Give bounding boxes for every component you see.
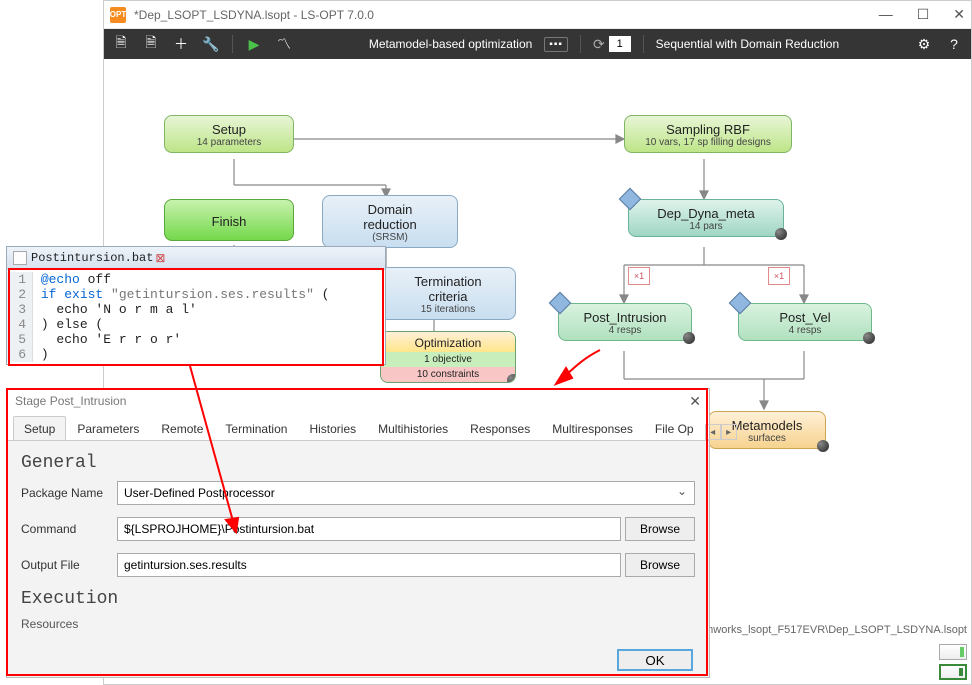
node-post-vel-title: Post_Vel — [757, 310, 853, 325]
section-general: General — [21, 453, 695, 473]
tab-termination[interactable]: Termination — [214, 416, 298, 440]
node-termination[interactable]: Termination criteria 15 iterations — [380, 267, 516, 320]
node-dep-dyna-meta[interactable]: Dep_Dyna_meta 14 pars — [628, 199, 784, 237]
node-sampling[interactable]: Sampling RBF 10 vars, 17 sp filling desi… — [624, 115, 792, 153]
node-setup-sub: 14 parameters — [183, 137, 275, 148]
node-post-intr-title: Post_Intrusion — [577, 310, 673, 325]
node-dep-meta-title: Dep_Dyna_meta — [647, 206, 765, 221]
node-term-sub: 15 iterations — [399, 304, 497, 315]
tab-file-op[interactable]: File Op — [644, 416, 705, 440]
node-sampling-sub: 10 vars, 17 sp filling designs — [643, 137, 773, 148]
tab-histories[interactable]: Histories — [298, 416, 367, 440]
retries-control[interactable]: ⟳ — [593, 36, 631, 53]
node-post-vel-sub: 4 resps — [757, 325, 853, 336]
node-optimization[interactable]: Optimization 1 objective 10 constraints — [380, 331, 516, 383]
tab-parameters[interactable]: Parameters — [66, 416, 150, 440]
node-domain-reduction[interactable]: Domain reduction (SRSM) — [322, 195, 458, 248]
wrench-icon[interactable]: 🔧 — [202, 35, 220, 53]
loop-icon: ⟳ — [593, 36, 605, 53]
batch-filename: Postintursion.bat — [31, 251, 153, 265]
node-setup-title: Setup — [183, 122, 275, 137]
section-execution: Execution — [21, 589, 695, 609]
chart-line-icon[interactable]: 〽 — [275, 35, 293, 53]
resources-label: Resources — [21, 617, 695, 631]
tab-remote[interactable]: Remote — [150, 416, 214, 440]
node-opt-led — [507, 374, 516, 383]
window-minimize-icon[interactable]: — — [879, 6, 893, 23]
node-dep-meta-sub: 14 pars — [647, 221, 765, 232]
window-title: *Dep_LSOPT_LSDYNA.lsopt - LS-OPT 7.0.0 — [134, 8, 374, 22]
gear-icon[interactable]: ⚙ — [915, 35, 933, 53]
page-icon — [13, 251, 27, 265]
stage-close-icon[interactable]: ✕ — [689, 393, 701, 410]
node-post-intr-led — [683, 332, 695, 344]
stage-tabs: Setup Parameters Remote Termination Hist… — [7, 413, 709, 441]
out-label: Output File — [21, 558, 113, 572]
thumb-2[interactable] — [939, 664, 967, 680]
node-term-title: Termination criteria — [399, 274, 497, 304]
node-domred-title: Domain reduction — [341, 202, 439, 232]
mode-label[interactable]: Metamodel-based optimization — [369, 37, 532, 51]
out-browse-button[interactable]: Browse — [625, 553, 695, 577]
side-thumbnails[interactable] — [939, 644, 967, 680]
out-input[interactable] — [117, 553, 621, 577]
node-opt-constraints: 10 constraints — [381, 367, 515, 382]
batch-file-popup: Postintursion.bat ⊠ 1 @echo off 2 if exi… — [6, 246, 386, 365]
save-file-icon[interactable]: 🗎 — [142, 35, 160, 53]
batch-file-tab[interactable]: Postintursion.bat ⊠ — [7, 247, 385, 269]
node-domred-sub: (SRSM) — [341, 232, 439, 243]
node-finish[interactable]: Finish — [164, 199, 294, 241]
node-sampling-title: Sampling RBF — [643, 122, 773, 137]
node-dep-meta-led — [775, 228, 787, 240]
stage-titlebar: Stage Post_Intrusion ✕ — [7, 389, 709, 413]
cmd-input[interactable] — [117, 517, 621, 541]
window-close-icon[interactable]: ✕ — [953, 6, 965, 23]
node-opt-title: Optimization — [381, 332, 515, 352]
node-post-vel[interactable]: Post_Vel 4 resps — [738, 303, 872, 341]
cmd-label: Command — [21, 522, 113, 536]
tabs-scroll-right-icon[interactable]: ▸ — [721, 424, 737, 440]
tabs-scroll-left-icon[interactable]: ◂ — [705, 424, 721, 440]
cmd-browse-button[interactable]: Browse — [625, 517, 695, 541]
tab-multiresponses[interactable]: Multiresponses — [541, 416, 644, 440]
tab-close-icon[interactable]: ⊠ — [155, 251, 165, 265]
main-toolbar: 🗎 🗎 ＋ 🔧 ▶ 〽 Metamodel-based optimization… — [104, 29, 971, 59]
add-icon[interactable]: ＋ — [172, 35, 190, 53]
pkg-select[interactable]: User-Defined Postprocessor — [117, 481, 695, 505]
node-post-vel-led — [863, 332, 875, 344]
new-file-icon[interactable]: 🗎 — [112, 35, 130, 53]
no-proc-indicator: ▪▪▪ — [544, 37, 568, 52]
node-post-intrusion[interactable]: Post_Intrusion 4 resps — [558, 303, 692, 341]
node-opt-objective: 1 objective — [381, 352, 515, 367]
window-maximize-icon[interactable]: ☐ — [917, 6, 930, 23]
tab-multihistories[interactable]: Multihistories — [367, 416, 459, 440]
doc-link-icon: ×1 — [768, 267, 790, 285]
batch-file-body: 1 @echo off 2 if exist "getintursion.ses… — [7, 269, 385, 364]
help-icon[interactable]: ? — [945, 35, 963, 53]
doc-link-icon: ×1 — [628, 267, 650, 285]
title-bar: OPT *Dep_LSOPT_LSDYNA.lsopt - LS-OPT 7.0… — [104, 1, 971, 29]
ok-button[interactable]: OK — [617, 649, 693, 671]
stage-dialog: Stage Post_Intrusion ✕ Setup Parameters … — [6, 388, 710, 678]
thumb-1[interactable] — [939, 644, 967, 660]
node-post-intr-sub: 4 resps — [577, 325, 673, 336]
domain-red-label[interactable]: Sequential with Domain Reduction — [656, 37, 839, 51]
status-path: feshworks_lsopt_F517EVR\Dep_LSOPT_LSDYNA… — [692, 624, 967, 636]
stage-body: General Package Name User-Defined Postpr… — [7, 441, 709, 641]
app-logo: OPT — [110, 7, 126, 23]
retries-input[interactable] — [609, 36, 631, 52]
node-finish-title: Finish — [212, 214, 247, 229]
pkg-label: Package Name — [21, 486, 113, 500]
node-meta-led — [817, 440, 829, 452]
tab-responses[interactable]: Responses — [459, 416, 541, 440]
tab-setup[interactable]: Setup — [13, 416, 66, 440]
stage-title: Stage Post_Intrusion — [15, 394, 126, 408]
node-setup[interactable]: Setup 14 parameters — [164, 115, 294, 153]
run-icon[interactable]: ▶ — [245, 35, 263, 53]
